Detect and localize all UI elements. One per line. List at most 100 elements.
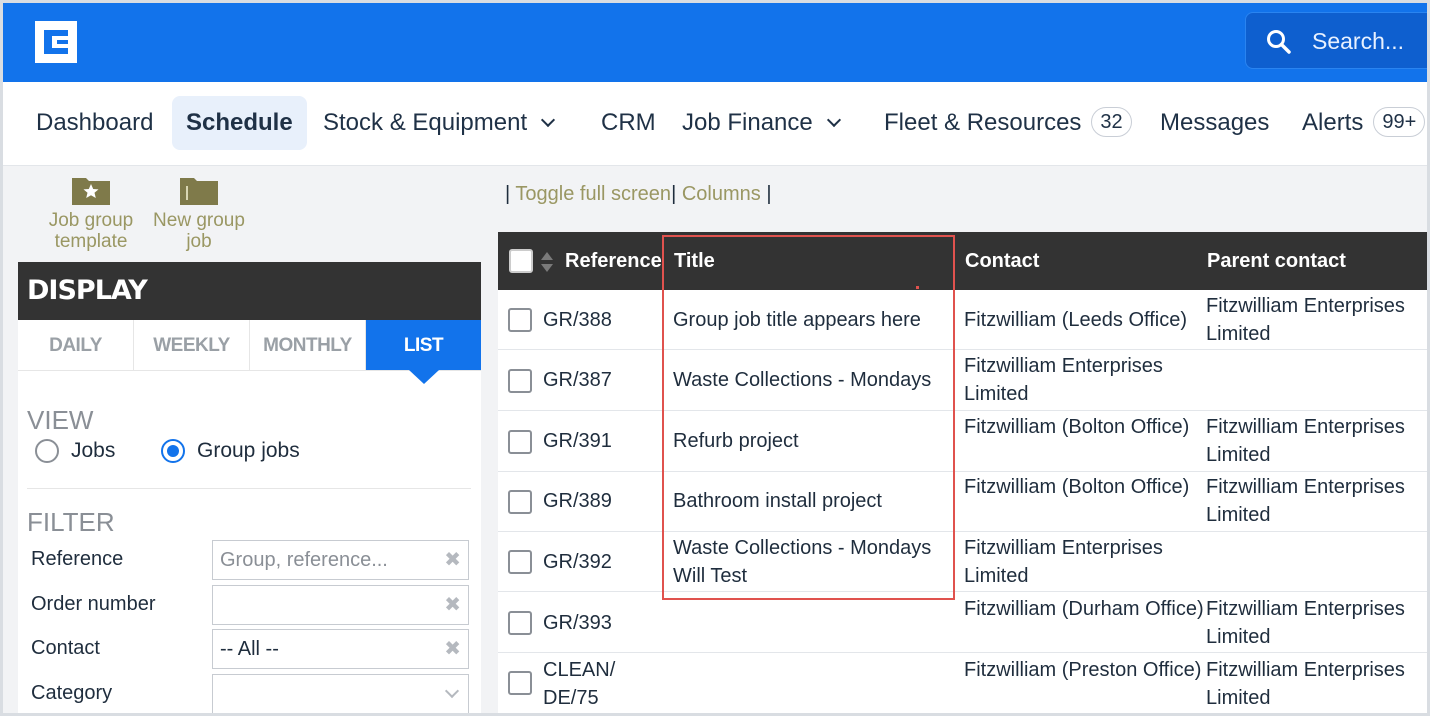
row-contact: Fitzwilliam Enterprises Limited [964, 355, 1163, 405]
row-checkbox[interactable] [508, 369, 532, 393]
row-checkbox[interactable] [508, 611, 532, 635]
nav-dashboard[interactable]: Dashboard [36, 96, 153, 150]
table-row[interactable]: GR/392 Waste Collections - Mondays Will … [498, 532, 1427, 592]
tab-daily[interactable]: DAILY [18, 320, 134, 370]
separator: | [766, 183, 772, 205]
row-reference[interactable]: GR/392 [543, 548, 653, 576]
row-checkbox[interactable] [508, 490, 532, 514]
row-parent-contact: Fitzwilliam Enterprises Limited [1206, 416, 1405, 466]
filter-label: Contact [31, 637, 100, 659]
clear-icon[interactable]: ✖ [444, 585, 461, 625]
columns-link[interactable]: Columns [682, 183, 761, 205]
chevron-down-icon [826, 112, 841, 128]
nav-crm[interactable]: CRM [601, 96, 656, 150]
nav-label: Stock & Equipment [323, 109, 528, 136]
search-placeholder: Search... [1312, 28, 1405, 54]
filter-section-label: FILTER [27, 507, 115, 537]
radio-on-icon [161, 439, 185, 463]
search-box[interactable]: Search... [1245, 12, 1427, 69]
radio-off-icon [35, 439, 59, 463]
category-select[interactable] [212, 674, 469, 713]
row-checkbox[interactable] [508, 671, 532, 695]
count-badge: 32 [1091, 107, 1132, 137]
display-title: DISPLAY [18, 262, 481, 320]
filter-order-number: Order number ✖ [31, 585, 471, 625]
row-reference[interactable]: GR/391 [543, 427, 653, 455]
order-number-input[interactable] [212, 585, 469, 625]
nav-label: Job Finance [682, 109, 813, 136]
clear-icon[interactable]: ✖ [444, 540, 461, 580]
nav-fleet-resources[interactable]: Fleet & Resources 32 [884, 96, 1132, 150]
row-contact: Fitzwilliam (Durham Office) [964, 598, 1204, 620]
filter-label: Category [31, 682, 113, 704]
filter-label: Order number [31, 593, 156, 615]
new-group-job-button[interactable]: New group job [149, 174, 249, 252]
row-contact: Fitzwilliam (Preston Office) [964, 659, 1202, 681]
row-parent-contact: Fitzwilliam Enterprises Limited [1206, 659, 1405, 709]
row-title: Waste Collections - Mondays [673, 369, 932, 391]
filter-label: Reference [31, 548, 124, 570]
table-row[interactable]: GR/389 Bathroom install project Fitzwill… [498, 472, 1427, 532]
reference-input[interactable]: Group, reference... [212, 540, 469, 580]
count-badge: 99+ [1373, 107, 1426, 137]
separator: | [671, 183, 677, 205]
row-checkbox[interactable] [508, 430, 532, 454]
filter-contact: Contact -- All -- ✖ [31, 629, 471, 669]
filter-category: Category [31, 674, 471, 713]
row-parent-contact: Fitzwilliam Enterprises Limited [1206, 476, 1405, 526]
separator: | [505, 183, 511, 205]
radio-label: Jobs [71, 439, 116, 462]
group-jobs-table: Reference Title Contact Parent contact G… [498, 232, 1427, 713]
row-title: Group job title appears here [673, 309, 921, 331]
table-row[interactable]: CLEAN/ DE/75 Fitzwilliam (Preston Office… [498, 653, 1427, 713]
row-parent-contact: Fitzwilliam Enterprises Limited [1206, 295, 1405, 345]
tab-monthly[interactable]: MONTHLY [250, 320, 366, 370]
clear-icon[interactable]: ✖ [444, 629, 461, 669]
nav-alerts[interactable]: Alerts 99+ [1302, 96, 1426, 150]
main-nav: Dashboard Schedule Stock & Equipment CRM… [3, 82, 1427, 166]
brand-logo[interactable] [35, 21, 77, 63]
header-parent-contact[interactable]: Parent contact [1207, 250, 1346, 273]
toggle-full-screen-link[interactable]: Toggle full screen [515, 183, 671, 205]
table-row[interactable]: GR/387 Waste Collections - Mondays Fitzw… [498, 351, 1427, 411]
nav-label: Messages [1160, 109, 1270, 136]
sort-icon[interactable] [540, 251, 554, 273]
nav-label: CRM [601, 109, 656, 136]
nav-schedule[interactable]: Schedule [172, 96, 307, 150]
contact-select[interactable]: -- All -- [212, 629, 469, 669]
table-row[interactable]: GR/393 Fitzwilliam (Durham Office) Fitzw… [498, 593, 1427, 653]
row-reference[interactable]: GR/393 [543, 609, 653, 637]
view-tabs: DAILY WEEKLY MONTHLY LIST [18, 320, 481, 384]
radio-jobs[interactable]: Jobs [35, 439, 115, 463]
row-title: Waste Collections - Mondays Will Test [673, 537, 932, 587]
action-label: Job group [48, 210, 134, 231]
table-row[interactable]: GR/388 Group job title appears here Fitz… [498, 290, 1427, 350]
divider [27, 488, 471, 489]
header-title[interactable]: Title [674, 250, 715, 273]
nav-job-finance[interactable]: Job Finance [682, 96, 841, 150]
folder-star-icon [72, 178, 110, 205]
table-row[interactable]: GR/391 Refurb project Fitzwilliam (Bolto… [498, 412, 1427, 472]
display-panel: DISPLAY DAILY WEEKLY MONTHLY LIST VIEW J… [18, 262, 481, 713]
row-reference[interactable]: GR/388 [543, 306, 653, 334]
select-all-checkbox[interactable] [509, 249, 533, 273]
row-title: Bathroom install project [673, 490, 882, 512]
top-bar: Search... [3, 3, 1427, 82]
job-group-template-button[interactable]: Job group template [43, 174, 139, 252]
header-contact[interactable]: Contact [965, 250, 1039, 273]
header-reference[interactable]: Reference [565, 250, 662, 273]
tab-list[interactable]: LIST [366, 320, 481, 384]
row-checkbox[interactable] [508, 308, 532, 332]
row-reference[interactable]: GR/389 [543, 487, 653, 515]
row-reference[interactable]: GR/387 [543, 366, 653, 394]
row-title: Refurb project [673, 430, 799, 452]
row-reference[interactable]: CLEAN/ DE/75 [543, 656, 633, 712]
nav-stock-equipment[interactable]: Stock & Equipment [323, 96, 556, 150]
radio-group-jobs[interactable]: Group jobs [161, 439, 300, 463]
tab-weekly[interactable]: WEEKLY [134, 320, 250, 370]
row-checkbox[interactable] [508, 550, 532, 574]
row-parent-contact: Fitzwilliam Enterprises Limited [1206, 598, 1405, 648]
row-contact: Fitzwilliam Enterprises Limited [964, 537, 1163, 587]
nav-messages[interactable]: Messages [1160, 96, 1269, 150]
annotation-marker [916, 286, 919, 289]
